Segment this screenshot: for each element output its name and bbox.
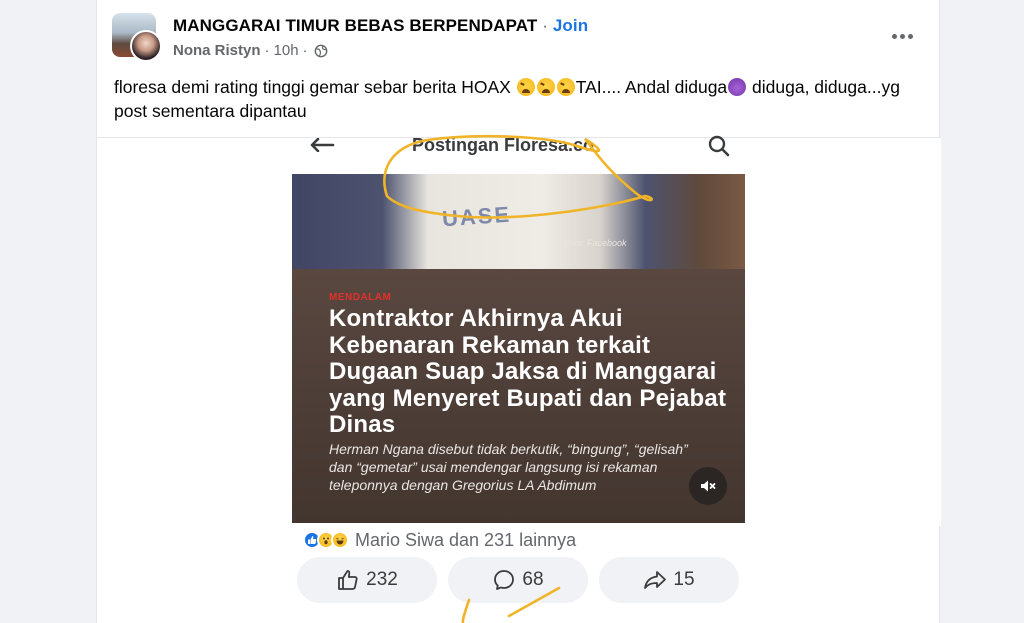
comment-bubble-icon — [494, 570, 515, 590]
separator: · — [542, 16, 548, 35]
post-text-part: floresa demi rating tinggi gemar sebar b… — [114, 77, 516, 97]
article-body: MENDALAM Kontraktor Akhirnya Akui Kebena… — [292, 269, 745, 523]
tired-face-emoji — [556, 78, 575, 96]
join-button[interactable]: Join — [553, 16, 588, 35]
search-icon — [708, 135, 730, 157]
shared-screenshot[interactable]: Postingan Floresa.co UASE Foto: Facebook… — [97, 135, 941, 526]
share-button[interactable]: 15 — [599, 557, 739, 603]
author-name[interactable]: Nona Ristyn — [173, 42, 261, 59]
group-avatar[interactable] — [112, 13, 162, 63]
more-options-button[interactable] — [887, 24, 917, 48]
mute-button[interactable] — [689, 467, 727, 505]
comment-button[interactable]: 68 — [448, 557, 588, 603]
post-header: MANGGARAI TIMUR BEBAS BERPENDAPAT · Join… — [97, 0, 941, 70]
haha-reaction-icon — [331, 531, 349, 549]
article-kicker: MENDALAM — [329, 292, 392, 303]
post-time[interactable]: 10h — [274, 42, 299, 59]
post-text-part: TAI.... Andal diduga — [575, 77, 728, 97]
like-button[interactable]: 232 — [297, 557, 437, 603]
screenshot-app-title: Postingan Floresa.co — [412, 135, 595, 155]
separator: · — [264, 42, 270, 59]
tired-face-emoji — [536, 78, 555, 96]
post-meta: Nona Ristyn · 10h · — [173, 42, 328, 59]
group-name-link[interactable]: MANGGARAI TIMUR BEBAS BERPENDAPAT — [173, 16, 537, 35]
more-dots-icon — [899, 33, 905, 39]
globe-icon[interactable] — [314, 44, 328, 58]
comment-count: 68 — [522, 569, 544, 590]
article-photo: UASE Foto: Facebook — [292, 174, 745, 269]
reactions-summary[interactable]: Mario Siwa dan 231 lainnya — [303, 528, 576, 552]
article-card[interactable]: UASE Foto: Facebook MENDALAM Kontraktor … — [292, 174, 745, 523]
reactions-count-text[interactable]: Mario Siwa dan 231 lainnya — [355, 530, 576, 551]
back-arrow-icon — [310, 138, 335, 152]
like-count: 232 — [366, 569, 398, 590]
post-text: floresa demi rating tinggi gemar sebar b… — [114, 75, 914, 123]
shirt-print: UASE — [441, 201, 512, 232]
article-lede: Herman Ngana disebut tidak berkutik, “bi… — [329, 441, 688, 493]
author-avatar[interactable] — [130, 30, 162, 62]
group-name-line: MANGGARAI TIMUR BEBAS BERPENDAPAT · Join — [173, 16, 588, 36]
separator: · — [302, 42, 308, 59]
speaker-muted-icon — [701, 480, 716, 492]
photo-credit: Foto: Facebook — [564, 238, 627, 248]
tired-face-emoji — [516, 78, 535, 96]
thumbs-up-icon — [338, 570, 358, 590]
more-dots-icon — [907, 33, 913, 39]
share-arrow-icon — [644, 571, 667, 589]
share-count: 15 — [673, 569, 695, 590]
action-bar: 232 68 15 — [297, 557, 741, 603]
more-dots-icon — [891, 33, 897, 39]
screenshot-app-bar: Postingan Floresa.co — [97, 135, 941, 174]
post-card: MANGGARAI TIMUR BEBAS BERPENDAPAT · Join… — [96, 0, 941, 623]
article-headline: Kontraktor Akhirnya Akui Kebenaran Rekam… — [329, 305, 727, 438]
devil-emoji — [728, 78, 747, 96]
